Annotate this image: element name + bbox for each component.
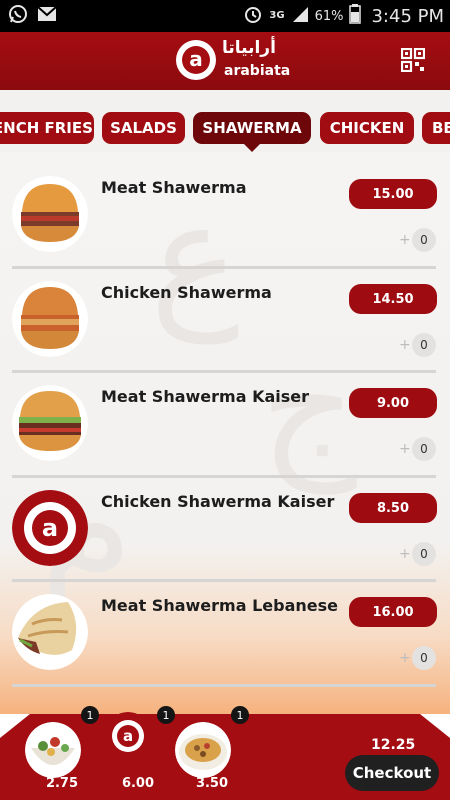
logo-letter: a (182, 46, 210, 74)
tab-french-fries[interactable]: FRENCH FRIES (0, 112, 94, 144)
add-icon[interactable]: + (399, 337, 411, 353)
signal-icon (291, 5, 309, 27)
quantity-counter[interactable]: 0 (412, 228, 436, 252)
divider (12, 684, 436, 687)
gmail-icon (37, 6, 57, 26)
add-icon[interactable]: + (399, 650, 411, 666)
add-icon[interactable]: + (399, 546, 411, 562)
whatsapp-icon (8, 4, 28, 28)
quantity-counter[interactable]: 0 (412, 542, 436, 566)
price-button[interactable]: 14.50 (349, 284, 437, 314)
menu-item[interactable]: Meat Shawerma 15.00 + 0 (0, 152, 450, 256)
network-type: 3G (269, 10, 285, 21)
burger-image (12, 385, 88, 461)
app-header: a أرابياتا arabiata (0, 32, 450, 90)
tab-salads[interactable]: SALADS (102, 112, 185, 144)
brand-logo: a (12, 490, 88, 566)
menu-item[interactable]: Chicken Shawerma 14.50 + 0 (0, 257, 450, 361)
cart-item-price: 3.50 (195, 776, 229, 791)
battery-icon (349, 4, 362, 28)
menu-item[interactable]: a Chicken Shawerma Kaiser 8.50 + 0 (0, 466, 450, 570)
svg-text:a: a (42, 514, 58, 542)
item-name: Chicken Shawerma (101, 283, 272, 302)
cart-item-logo[interactable]: a (104, 712, 152, 760)
price-button[interactable]: 15.00 (349, 179, 437, 209)
brand-name-arabic: أرابياتا (222, 38, 276, 58)
price-button[interactable]: 9.00 (349, 388, 437, 418)
cart-badge: 1 (157, 706, 175, 724)
item-name: Meat Shawerma Lebanese (101, 596, 338, 615)
burger-image (12, 281, 88, 357)
cart-total: 12.25 (371, 737, 416, 753)
clock: 3:45 PM (371, 5, 444, 27)
cart-badge: 1 (231, 706, 249, 724)
menu-item[interactable]: Meat Shawerma Lebanese 16.00 + 0 (0, 570, 450, 674)
menu-item[interactable]: Meat Shawerma Kaiser 9.00 + 0 (0, 361, 450, 465)
category-tabs: FRENCH FRIES SALADS SHAWERMA CHICKEN BEV… (0, 90, 450, 152)
price-button[interactable]: 8.50 (349, 493, 437, 523)
svg-text:a: a (123, 727, 133, 745)
wrap-image (12, 594, 88, 670)
active-tab-indicator (243, 143, 261, 152)
burger-image (12, 176, 88, 252)
tab-chicken[interactable]: CHICKEN (320, 112, 414, 144)
cart-item-price: 6.00 (121, 776, 155, 791)
checkout-button[interactable]: Checkout (345, 755, 439, 791)
alarm-icon (243, 4, 263, 28)
tab-beverages[interactable]: BEVERAGES (422, 112, 450, 144)
tab-shawerma[interactable]: SHAWERMA (193, 112, 311, 144)
cart-badge: 1 (81, 706, 99, 724)
brand-name: arabiata (224, 63, 291, 79)
menu-list[interactable]: ع ج م Meat Shawerma 15.00 + 0 (0, 152, 450, 714)
item-name: Meat Shawerma Kaiser (101, 387, 310, 406)
quantity-counter[interactable]: 0 (412, 333, 436, 357)
cart-item-price: 2.75 (45, 776, 79, 791)
add-icon[interactable]: + (399, 441, 411, 457)
cart-item-rice[interactable] (175, 722, 231, 778)
item-name: Meat Shawerma (101, 178, 247, 197)
brand-logo: a (176, 40, 216, 80)
cart-item-salad[interactable] (25, 722, 81, 778)
qr-code-icon[interactable] (400, 47, 426, 73)
status-bar: 3G 61% 3:45 PM (0, 0, 450, 32)
add-icon[interactable]: + (399, 232, 411, 248)
battery-percent: 61% (314, 8, 344, 24)
cart-bar: 1 2.75 a 1 6.00 1 3.50 12.25 Checkout (0, 706, 450, 800)
price-button[interactable]: 16.00 (349, 597, 437, 627)
quantity-counter[interactable]: 0 (412, 437, 436, 461)
item-name: Chicken Shawerma Kaiser (101, 492, 335, 511)
quantity-counter[interactable]: 0 (412, 646, 436, 670)
